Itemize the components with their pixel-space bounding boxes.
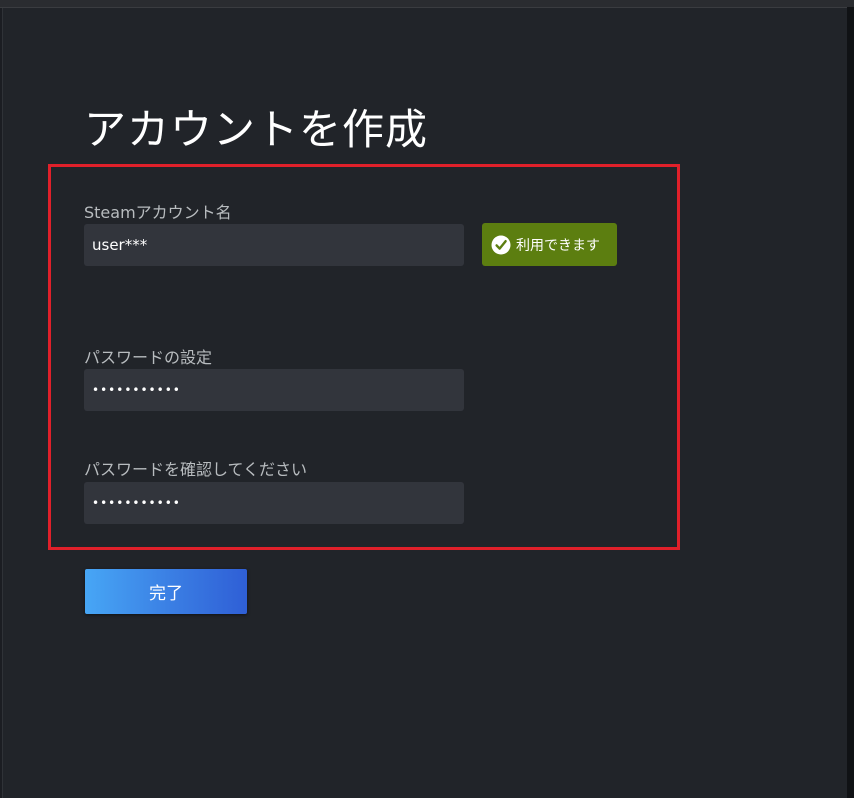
account-name-input[interactable] bbox=[84, 224, 464, 266]
window: アカウントを作成 Steamアカウント名 利用できます パスワードの設定 パスワ… bbox=[0, 0, 854, 798]
check-circle-icon bbox=[491, 235, 511, 255]
password-label: パスワードの設定 bbox=[84, 348, 213, 367]
availability-text: 利用できます bbox=[516, 237, 600, 254]
password-confirm-label: パスワードを確認してください bbox=[84, 460, 308, 479]
account-name-label: Steamアカウント名 bbox=[84, 203, 232, 222]
done-button[interactable]: 完了 bbox=[85, 569, 247, 614]
window-right-edge bbox=[847, 7, 854, 798]
password-confirm-input[interactable] bbox=[84, 482, 464, 524]
availability-badge: 利用できます bbox=[482, 223, 617, 266]
window-top-bar bbox=[0, 0, 854, 8]
password-input[interactable] bbox=[84, 369, 464, 411]
page-title: アカウントを作成 bbox=[84, 105, 429, 154]
